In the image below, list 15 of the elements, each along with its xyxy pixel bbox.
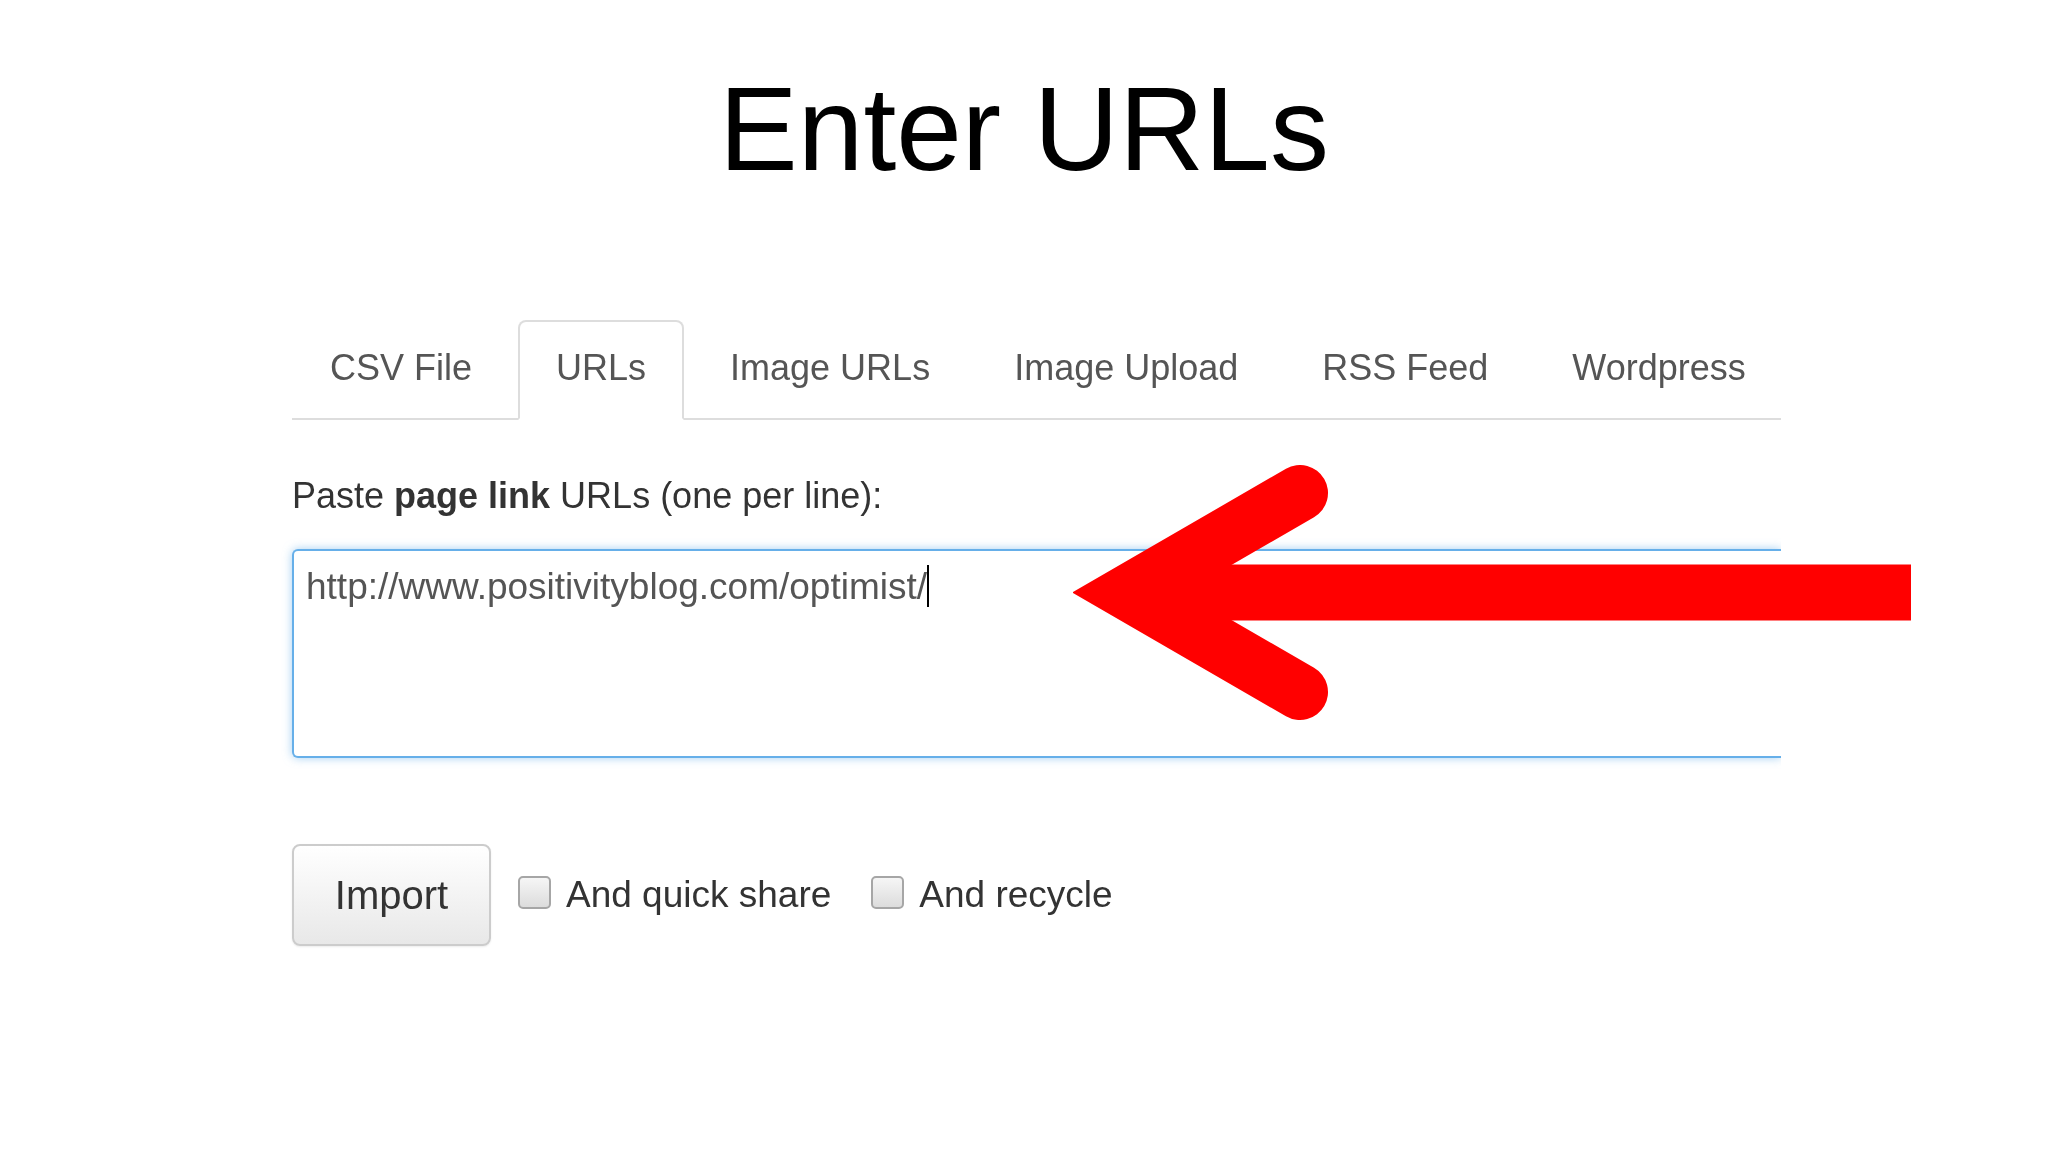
tab[interactable]: RSS Feed (1284, 320, 1527, 420)
tab[interactable]: Image Upload (976, 320, 1277, 420)
field-label: Paste page link URLs (one per line): (292, 474, 883, 517)
import-button[interactable]: Import (292, 844, 491, 946)
tab[interactable]: CSV File (292, 320, 511, 420)
typed-url: http://www.positivityblog.com/optimist/ (306, 566, 927, 607)
checkbox-label: And recycle (919, 873, 1113, 917)
text-cursor-icon (927, 565, 929, 607)
checkbox[interactable] (871, 876, 905, 909)
page-title: Enter URLs (719, 70, 1329, 188)
checkbox-label: And quick share (566, 873, 832, 917)
tab[interactable]: URLs (518, 320, 685, 420)
checkbox[interactable] (518, 876, 551, 909)
tab[interactable]: Image URLs (692, 320, 969, 420)
tab[interactable]: Wordpress (1534, 320, 1784, 420)
